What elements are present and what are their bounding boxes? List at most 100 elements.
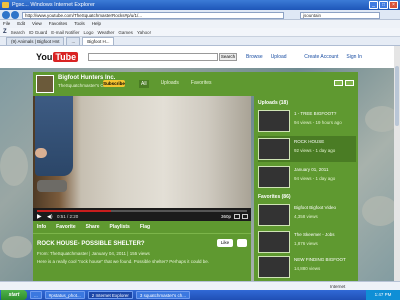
channel-avatar[interactable]: [36, 75, 54, 93]
list-item[interactable]: The Skeemer - Jobs 1,876 views: [258, 229, 356, 255]
scrollbar-thumb[interactable]: [395, 66, 399, 126]
upload-link[interactable]: Upload: [271, 54, 287, 60]
video-thumbnail[interactable]: [258, 204, 290, 226]
grid-view-icon[interactable]: [334, 80, 343, 86]
video-person-hand: [35, 148, 47, 158]
browser-tab-active[interactable]: Bigfoot H...: [82, 37, 115, 45]
favorite-button[interactable]: Favorite: [56, 224, 75, 230]
list-item[interactable]: Bigfoot Bigfoot Video 4,358 views: [258, 202, 356, 228]
start-button[interactable]: start: [1, 290, 27, 300]
toolbar-item[interactable]: E-mail Notifier: [51, 30, 79, 35]
toolbar-item[interactable]: Yahoo!: [137, 30, 151, 35]
video-player[interactable]: ▶ ◀) 0:51 / 2:20 360p: [33, 96, 251, 221]
video-frame[interactable]: [33, 96, 251, 208]
maximize-button[interactable]: □: [379, 1, 388, 9]
minimize-button[interactable]: _: [369, 1, 378, 9]
flag-button[interactable]: Flag: [140, 224, 150, 230]
url-field[interactable]: http://www.youtube.com/TheSquatchmasterR…: [22, 12, 284, 19]
play-icon[interactable]: ▶: [37, 214, 42, 220]
logo-tube: Tube: [53, 52, 79, 62]
video-description: Here is a really cool "rock house" that …: [37, 259, 210, 264]
taskbar-item-active[interactable]: 2 Internet Explorer: [87, 291, 133, 299]
search-field[interactable]: jsountain: [300, 12, 380, 19]
list-item[interactable]: NEW FINDING BIGFOOT 14,880 views: [258, 254, 356, 280]
item-title[interactable]: NEW FINDING BIGFOOT: [294, 257, 356, 262]
video-thumbnail[interactable]: [258, 231, 290, 253]
uploads-header[interactable]: Uploads (18): [258, 100, 288, 106]
toolbar-item[interactable]: ID Guard: [29, 30, 47, 35]
taskbar-item[interactable]: ...: [30, 291, 42, 299]
subscribe-button[interactable]: Subscribe: [103, 80, 125, 87]
youtube-search-input[interactable]: [88, 53, 218, 61]
window-title: Pgsc... Windows Internet Explorer: [12, 2, 95, 8]
forward-icon[interactable]: [11, 11, 19, 19]
menu-tools[interactable]: Tools: [74, 20, 85, 28]
item-title[interactable]: Bigfoot Bigfoot Video: [294, 205, 356, 210]
youtube-search-button[interactable]: Search: [219, 53, 237, 61]
video-thumbnail[interactable]: [258, 110, 290, 132]
status-bar: Internet: [0, 281, 400, 290]
menu-help[interactable]: Help: [92, 20, 101, 28]
toolbar-logo[interactable]: Z: [3, 29, 7, 35]
popout-icon[interactable]: [234, 214, 240, 219]
sign-in-link[interactable]: Sign In: [346, 54, 362, 60]
browser-tab[interactable]: (9) Animals | Bigfoot Hnt: [6, 37, 65, 45]
favorites-header[interactable]: Favorites (86): [258, 194, 291, 200]
item-title[interactable]: 1 - TREE BIGFOOT?: [294, 111, 356, 116]
quality-button[interactable]: 360p: [221, 214, 231, 220]
list-item[interactable]: 1 - TREE BIGFOOT? 94 views - 19 hours ag…: [258, 108, 356, 134]
toolbar-item[interactable]: Logo: [83, 30, 93, 35]
like-button[interactable]: Like: [217, 239, 233, 247]
tab-favorites[interactable]: Favorites: [191, 80, 212, 88]
youtube-logo[interactable]: You Tube: [36, 51, 79, 63]
list-view-icon[interactable]: [345, 80, 354, 86]
video-actions: Info Favorite Share Playlists Flag: [33, 221, 251, 233]
progress-fill: [37, 210, 111, 212]
menu-edit[interactable]: Edit: [17, 20, 25, 28]
close-button[interactable]: ×: [389, 1, 398, 9]
youtube-header: You Tube Search Browse Upload Create Acc…: [0, 46, 400, 68]
item-title[interactable]: ROCK HOUSE: [294, 139, 356, 144]
fullscreen-icon[interactable]: [242, 214, 248, 219]
item-title[interactable]: January 01, 2011: [294, 167, 356, 172]
item-views: 94 views - 19 hours ago: [294, 120, 342, 125]
list-item[interactable]: January 01, 2011 94 views - 1 day ago: [258, 164, 356, 190]
back-icon[interactable]: [2, 11, 10, 19]
menu-file[interactable]: File: [3, 20, 10, 28]
page-scrollbar[interactable]: [394, 46, 400, 290]
video-title: ROCK HOUSE- POSSIBLE SHELTER?: [37, 241, 145, 247]
toolbar-item[interactable]: Search: [11, 30, 25, 35]
menu-view[interactable]: View: [32, 20, 42, 28]
channel-bar: Bigfoot Hunters Inc. TheSquatchmaster's …: [33, 72, 358, 96]
background-rock: [0, 146, 28, 186]
video-thumbnail[interactable]: [258, 166, 290, 188]
item-views: 94 views - 1 day ago: [294, 176, 336, 181]
menu-favorites[interactable]: Favorites: [49, 20, 68, 28]
browser-tabs: (9) Animals | Bigfoot Hnt ... Bigfoot H.…: [0, 37, 400, 46]
item-views: 14,880 views: [294, 266, 321, 271]
item-title[interactable]: The Skeemer - Jobs: [294, 232, 356, 237]
toolbar-item[interactable]: Weather: [97, 30, 114, 35]
share-button[interactable]: Share: [86, 224, 100, 230]
video-thumbnail[interactable]: [258, 256, 290, 278]
volume-icon[interactable]: ◀): [47, 214, 53, 220]
progress-bar[interactable]: [37, 210, 247, 212]
taskbar-item[interactable]: #pstatus_phot...: [44, 291, 85, 299]
channel-sidebar: Uploads (18) 1 - TREE BIGFOOT? 94 views …: [254, 96, 358, 281]
player-size-buttons: [234, 214, 248, 219]
item-views: 4,358 views: [294, 214, 318, 219]
playlists-button[interactable]: Playlists: [110, 224, 130, 230]
tab-uploads[interactable]: Uploads: [161, 80, 179, 88]
toolbar-item[interactable]: Games: [118, 30, 133, 35]
create-account-link[interactable]: Create Account: [304, 54, 338, 60]
browse-link[interactable]: Browse: [246, 54, 263, 60]
tab-all[interactable]: All: [139, 80, 149, 88]
taskbar-item[interactable]: 3 squatchmaster's ch...: [135, 291, 190, 299]
system-clock: 1:47 PM: [366, 290, 400, 300]
info-button[interactable]: Info: [37, 224, 46, 230]
list-item-selected[interactable]: ROCK HOUSE 92 views - 1 day ago: [258, 136, 356, 162]
dislike-button[interactable]: [237, 239, 247, 247]
video-person-shoe: [37, 180, 67, 192]
video-thumbnail[interactable]: [258, 138, 290, 160]
browser-tab[interactable]: ...: [66, 37, 81, 45]
